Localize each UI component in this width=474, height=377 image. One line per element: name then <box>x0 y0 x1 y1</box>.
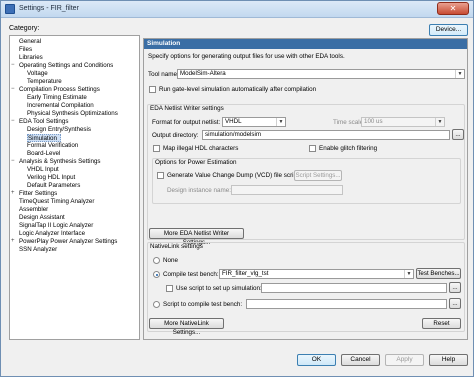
tree-item[interactable]: Compilation Process Settings <box>19 86 100 94</box>
time-scale-value: 100 us <box>364 118 383 125</box>
tree-item[interactable]: PowerPlay Power Analyzer Settings <box>19 238 117 246</box>
simulation-panel: Simulation Specify options for generatin… <box>143 38 468 340</box>
use-script-checkbox[interactable] <box>166 285 173 292</box>
map-illegal-checkbox[interactable] <box>153 145 160 152</box>
tree-item[interactable]: Incremental Compilation <box>27 102 94 110</box>
tool-name-value: ModelSim-Altera <box>180 70 226 77</box>
close-button[interactable]: ✕ <box>437 2 469 15</box>
chevron-down-icon: ▼ <box>455 70 464 78</box>
netlist-section-title: EDA Netlist Writer settings <box>150 105 224 112</box>
settings-window: Settings - FIR_filter ✕ Category: Genera… <box>0 0 474 377</box>
collapse-icon[interactable]: − <box>11 158 18 165</box>
time-scale-select[interactable]: 100 us ▼ <box>361 117 445 127</box>
tree-item[interactable]: Formal Verification <box>27 142 78 150</box>
expand-icon[interactable]: + <box>11 190 18 197</box>
format-select[interactable]: VHDL ▼ <box>222 117 286 127</box>
tree-item[interactable]: TimeQuest Timing Analyzer <box>19 198 94 206</box>
format-label: Format for output netlist: <box>152 119 221 126</box>
tree-item[interactable]: Fitter Settings <box>19 190 57 198</box>
tree-item[interactable]: Voltage <box>27 70 48 78</box>
tree-item[interactable]: Board-Level <box>27 150 60 158</box>
tree-item[interactable]: EDA Tool Settings <box>19 118 68 126</box>
help-button[interactable]: Help <box>429 354 468 366</box>
category-label: Category: <box>9 25 40 32</box>
tree-item[interactable]: Design Entry/Synthesis <box>27 126 91 134</box>
more-nativelink-settings-button[interactable]: More NativeLink Settings... <box>149 318 224 336</box>
design-instance-input[interactable] <box>231 185 343 195</box>
device-button[interactable]: Device... <box>429 24 468 36</box>
tree-item[interactable]: Physical Synthesis Optimizations <box>27 110 118 118</box>
generate-vcd-label: Generate Value Change Dump (VCD) file sc… <box>167 172 299 179</box>
enable-glitch-checkbox[interactable] <box>309 145 316 152</box>
generate-vcd-checkbox[interactable] <box>157 172 164 179</box>
tree-item[interactable]: Default Parameters <box>27 182 80 190</box>
tree-item[interactable]: Logic Analyzer Interface <box>19 230 85 238</box>
expand-icon[interactable]: + <box>11 238 18 245</box>
none-radio[interactable] <box>153 257 160 264</box>
tree-item[interactable]: Early Timing Estimate <box>27 94 87 102</box>
script-compile-input[interactable] <box>246 299 447 309</box>
browse-use-script-button[interactable]: ... <box>449 282 461 293</box>
panel-description: Specify options for generating output fi… <box>148 53 345 60</box>
output-directory-value: simulation/modelsim <box>205 131 262 138</box>
use-script-input[interactable] <box>261 283 447 293</box>
tree-item[interactable]: Assembler <box>19 206 48 214</box>
tree-item[interactable]: Libraries <box>19 54 43 62</box>
script-compile-radio[interactable] <box>153 301 160 308</box>
compile-test-bench-label: Compile test bench: <box>163 271 219 278</box>
tree-item[interactable]: SignalTap II Logic Analyzer <box>19 222 93 230</box>
ok-button[interactable]: OK <box>297 354 336 366</box>
nativelink-section-title: NativeLink settings <box>150 243 203 250</box>
test-benches-button[interactable]: Test Benches... <box>416 268 461 279</box>
apply-button[interactable]: Apply <box>385 354 424 366</box>
tree-item[interactable]: Verilog HDL Input <box>27 174 75 182</box>
use-script-label: Use script to set up simulation: <box>176 285 262 292</box>
test-bench-value: FIR_filter_vlg_tst <box>222 270 269 277</box>
chevron-down-icon: ▼ <box>276 118 285 126</box>
collapse-icon[interactable]: − <box>11 118 18 125</box>
map-illegal-label: Map illegal HDL characters <box>163 145 239 152</box>
browse-output-button[interactable]: ... <box>452 129 464 140</box>
chevron-down-icon: ▼ <box>435 118 444 126</box>
tree-item[interactable]: Design Assistant <box>19 214 65 222</box>
window-title: Settings - FIR_filter <box>19 5 79 12</box>
title-bar: Settings - FIR_filter ✕ <box>1 1 473 18</box>
none-label: None <box>163 257 179 264</box>
script-settings-button[interactable]: Script Settings... <box>294 170 342 181</box>
test-bench-select[interactable]: FIR_filter_vlg_tst ▼ <box>219 269 414 279</box>
enable-glitch-label: Enable glitch filtering <box>319 145 378 152</box>
script-compile-label: Script to compile test bench: <box>163 301 243 308</box>
design-instance-label: Design instance name: <box>167 187 232 194</box>
tool-name-label: Tool name: <box>148 71 179 78</box>
panel-header: Simulation <box>144 39 467 49</box>
tree-item[interactable]: Simulation <box>27 134 61 142</box>
run-gate-level-checkbox[interactable] <box>149 86 156 93</box>
dialog-client: Category: General Files Libraries − Operatin… <box>5 20 471 374</box>
reset-button[interactable]: Reset <box>422 318 461 329</box>
tree-item[interactable]: Files <box>19 46 32 54</box>
cancel-button[interactable]: Cancel <box>341 354 380 366</box>
output-directory-input[interactable]: simulation/modelsim <box>202 130 450 140</box>
tree-item[interactable]: VHDL Input <box>27 166 59 174</box>
tree-item[interactable]: Temperature <box>27 78 62 86</box>
tree-item[interactable]: Analysis & Synthesis Settings <box>19 158 101 166</box>
format-value: VHDL <box>225 118 242 125</box>
chevron-down-icon: ▼ <box>404 270 413 278</box>
run-gate-level-label: Run gate-level simulation automatically … <box>159 86 317 93</box>
tool-name-select[interactable]: ModelSim-Altera ▼ <box>177 69 465 79</box>
category-tree[interactable]: General Files Libraries − Operating Settings… <box>9 35 140 340</box>
tree-item[interactable]: SSN Analyzer <box>19 246 57 254</box>
tree-item[interactable]: General <box>19 38 41 46</box>
compile-test-bench-radio[interactable] <box>153 271 160 278</box>
browse-script-compile-button[interactable]: ... <box>449 298 461 309</box>
collapse-icon[interactable]: − <box>11 62 18 69</box>
output-directory-label: Output directory: <box>152 132 199 139</box>
tree-item[interactable]: Operating Settings and Conditions <box>19 62 113 70</box>
more-netlist-settings-button[interactable]: More EDA Netlist Writer Settings... <box>149 228 244 246</box>
app-icon <box>5 4 15 14</box>
collapse-icon[interactable]: − <box>11 86 18 93</box>
power-section-title: Options for Power Estimation <box>155 159 237 166</box>
